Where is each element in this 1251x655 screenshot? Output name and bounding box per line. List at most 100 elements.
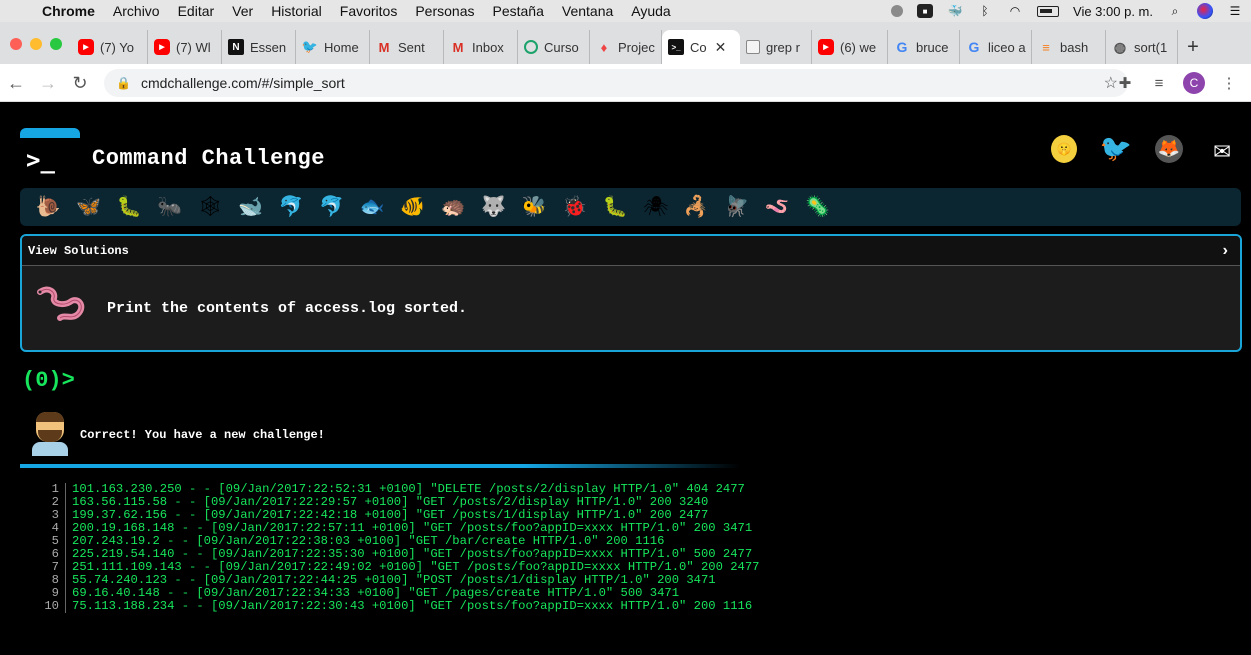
whale-icon[interactable]: 🐋: [231, 192, 272, 222]
social-links: 🤫 🐦 🦊 ✉: [1051, 132, 1239, 167]
menubar-clock[interactable]: Vie 3:00 p. m.: [1073, 4, 1153, 19]
maximize-window-icon[interactable]: [50, 38, 62, 50]
menu-editar[interactable]: Editar: [178, 3, 215, 19]
web-icon[interactable]: 🕸: [190, 192, 231, 222]
forward-arrow-icon[interactable]: →: [36, 71, 60, 95]
fly-icon[interactable]: 🪰: [717, 192, 758, 222]
stackoverflow-icon: ≡: [1042, 39, 1050, 55]
tab-youtube-1[interactable]: ▶ (7) Yo: [72, 30, 148, 64]
gitlab-icon[interactable]: 🦊: [1155, 135, 1183, 163]
tab-sort-man[interactable]: ◍ sort(1: [1106, 30, 1178, 64]
tab-cmdchallenge-active[interactable]: >_ Co ✕: [662, 30, 740, 64]
ant-icon[interactable]: 🐜: [150, 192, 191, 222]
menu-chrome[interactable]: Chrome: [42, 3, 95, 19]
line-text: 75.113.188.234 - - [09/Jan/2017:22:30:43…: [72, 599, 753, 613]
tab-label: (6) we: [840, 39, 877, 55]
wifi-icon[interactable]: ◠: [1007, 4, 1023, 18]
tab-stackoverflow-bash[interactable]: ≡ bash: [1032, 30, 1106, 64]
menu-pestana[interactable]: Pestaña: [493, 3, 544, 19]
tab-curso[interactable]: Curso: [518, 30, 590, 64]
spider-icon[interactable]: 🕷: [636, 192, 677, 222]
camera-icon[interactable]: ■: [917, 4, 934, 18]
tab-label: Essen: [250, 39, 287, 55]
tab-google-liceo[interactable]: Gliceo a: [960, 30, 1032, 64]
tab-youtube-2[interactable]: ▶ (7) Wl: [148, 30, 222, 64]
bluetooth-icon[interactable]: ᛒ: [977, 4, 993, 18]
menu-historial[interactable]: Historial: [271, 3, 322, 19]
tab-gmail-sent[interactable]: M Sent: [370, 30, 444, 64]
logo-cap: [20, 128, 80, 138]
back-arrow-icon[interactable]: ←: [4, 71, 28, 95]
address-bar[interactable]: 🔒 cmdchallenge.com/#/simple_sort ☆: [104, 69, 1128, 97]
tab-project[interactable]: ♦ Projec: [590, 30, 662, 64]
view-solutions-toggle[interactable]: View Solutions ›: [22, 236, 1240, 266]
menu-ventana[interactable]: Ventana: [562, 3, 613, 19]
close-tab-icon[interactable]: ✕: [715, 39, 727, 56]
challenge-panel: View Solutions › Print the contents of a…: [20, 234, 1242, 352]
control-center-icon[interactable]: ☰: [1227, 4, 1243, 18]
menu-personas[interactable]: Personas: [415, 3, 474, 19]
earthworm-icon[interactable]: 🪱: [757, 192, 798, 222]
terminal-prompt-icon: >_: [20, 138, 80, 186]
tab-label: Projec: [618, 39, 655, 55]
reload-icon[interactable]: ↻: [68, 71, 92, 95]
dolphin-icon[interactable]: 🐬: [312, 192, 353, 222]
shushing-face-icon[interactable]: 🤫: [1051, 135, 1077, 163]
terminal-prompt[interactable]: (0)>: [22, 368, 75, 393]
ladybug-icon[interactable]: 🐞: [555, 192, 596, 222]
result-message: Correct! You have a new challenge!: [80, 428, 325, 442]
spotlight-search-icon[interactable]: ⌕: [1167, 4, 1183, 18]
twitter-icon[interactable]: 🐦: [1099, 132, 1133, 166]
fish-icon[interactable]: 🐟: [352, 192, 393, 222]
tab-label: grep r: [766, 39, 800, 55]
tab-notion[interactable]: N Essen: [222, 30, 296, 64]
microbe-icon[interactable]: 🦠: [798, 192, 839, 222]
bee-icon[interactable]: 🐝: [514, 192, 555, 222]
menu-ver[interactable]: Ver: [232, 3, 253, 19]
site-title[interactable]: Command Challenge: [92, 146, 325, 171]
reading-list-icon[interactable]: ≡: [1149, 73, 1169, 93]
tab-label: Curso: [544, 39, 579, 55]
caterpillar-icon[interactable]: 🐛: [109, 192, 150, 222]
tab-label: (7) Wl: [176, 39, 211, 55]
shark-icon[interactable]: 🐬: [271, 192, 312, 222]
minimize-window-icon[interactable]: [30, 38, 42, 50]
output-line: 10 75.113.188.234 - - [09/Jan/2017:22:30:…: [40, 600, 760, 613]
scorpion-icon[interactable]: 🦂: [676, 192, 717, 222]
docker-icon[interactable]: 🐳: [947, 4, 963, 18]
tab-twitter[interactable]: 🐦 Home: [296, 30, 370, 64]
profile-avatar[interactable]: C: [1183, 72, 1205, 94]
google-icon: G: [896, 39, 908, 55]
notion-icon: N: [228, 39, 244, 55]
new-tab-button[interactable]: +: [1178, 30, 1208, 64]
avatar-beard: [38, 430, 62, 442]
menu-archivo[interactable]: Archivo: [113, 3, 160, 19]
status-dot-icon[interactable]: [891, 5, 904, 17]
more-menu-icon[interactable]: ⋮: [1219, 73, 1239, 93]
tab-gmail-inbox[interactable]: M Inbox: [444, 30, 518, 64]
google-icon: G: [968, 39, 980, 55]
snail-icon[interactable]: 🐌: [28, 192, 69, 222]
tab-google-bruce[interactable]: Gbruce: [888, 30, 960, 64]
siri-icon[interactable]: [1197, 3, 1213, 19]
worm-green-icon[interactable]: 🐛: [595, 192, 636, 222]
result-divider: [20, 464, 740, 468]
site-logo[interactable]: >_: [20, 128, 80, 186]
tropical-fish-icon[interactable]: 🐠: [393, 192, 434, 222]
earthworm-icon: [37, 286, 85, 321]
mail-envelope-icon[interactable]: ✉: [1205, 132, 1239, 167]
chevron-right-icon[interactable]: ›: [1220, 242, 1230, 260]
tab-grep[interactable]: grep r: [740, 30, 812, 64]
menu-favoritos[interactable]: Favoritos: [340, 3, 398, 19]
battery-icon[interactable]: [1037, 5, 1060, 17]
command-output: 1 101.163.230.250 - - [09/Jan/2017:22:52:…: [40, 483, 760, 613]
wolf-icon[interactable]: 🐺: [474, 192, 515, 222]
url-text[interactable]: cmdchallenge.com/#/simple_sort: [141, 75, 345, 91]
hedgehog-icon[interactable]: 🦔: [433, 192, 474, 222]
tab-youtube-3[interactable]: ▶ (6) we: [812, 30, 888, 64]
lock-icon[interactable]: 🔒: [116, 76, 131, 90]
close-window-icon[interactable]: [10, 38, 22, 50]
menu-ayuda[interactable]: Ayuda: [631, 3, 670, 19]
extensions-puzzle-icon[interactable]: ✚: [1115, 73, 1135, 93]
butterfly-icon[interactable]: 🦋: [69, 192, 110, 222]
